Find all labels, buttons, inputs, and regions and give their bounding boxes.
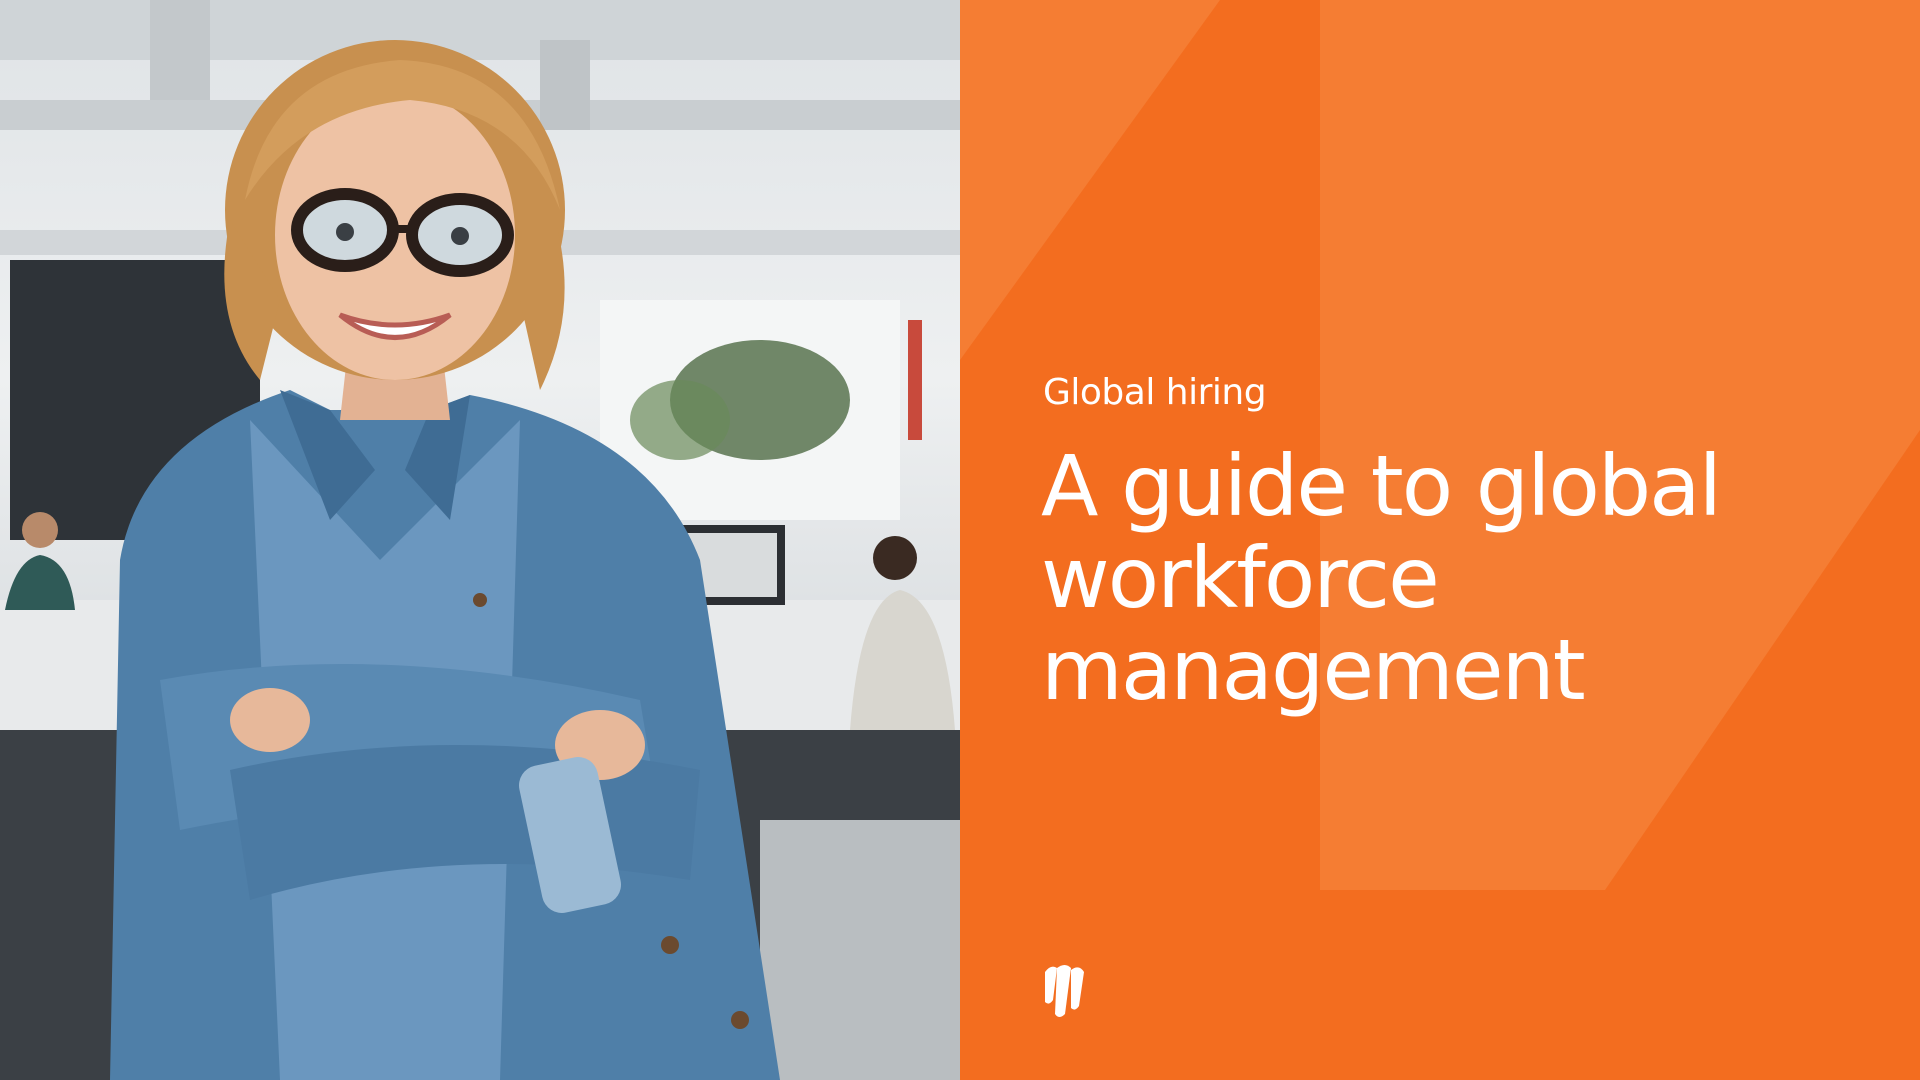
headline-line-2: workforce bbox=[1041, 529, 1440, 627]
hero-content-panel: Global hiring A guide to global workforc… bbox=[960, 0, 1920, 1080]
hero-photo-illustration bbox=[0, 0, 960, 1080]
headline-line-1: A guide to global bbox=[1041, 437, 1722, 535]
headline-line-3: management bbox=[1041, 621, 1586, 719]
page-title: A guide to global workforce management bbox=[1041, 440, 1861, 716]
brand-logo-icon bbox=[1045, 965, 1084, 1017]
eyebrow-label: Global hiring bbox=[1043, 372, 1267, 413]
hero-photo bbox=[0, 0, 960, 1080]
